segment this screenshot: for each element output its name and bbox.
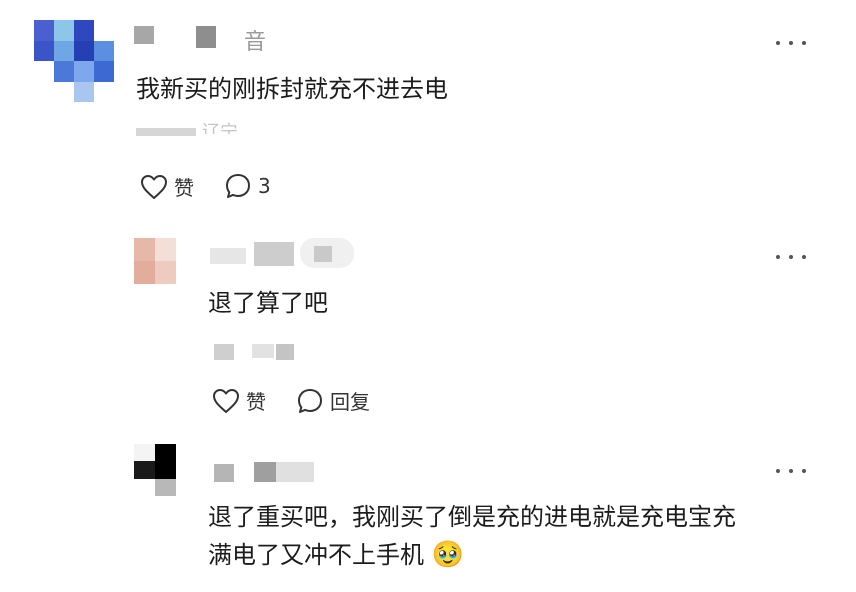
reply-label: 回复 — [330, 390, 370, 414]
heart-icon — [141, 174, 167, 199]
avatar[interactable] — [34, 20, 114, 102]
username-blur — [196, 26, 216, 48]
username-blur — [314, 246, 332, 262]
username-blur — [254, 462, 276, 482]
meta-blur — [252, 344, 274, 358]
meta-blur — [136, 128, 196, 136]
reply-button[interactable]: 回复 — [296, 386, 370, 415]
dot-icon — [802, 41, 806, 45]
dot-icon — [802, 469, 806, 473]
reply-count: 3 — [258, 174, 271, 198]
username-blur — [276, 462, 314, 482]
username-blur — [210, 248, 246, 264]
location-fragment: 辽宁 — [202, 122, 238, 134]
dot-icon — [789, 469, 793, 473]
more-options-button[interactable] — [776, 250, 806, 264]
reply-text-line1: 退了重买吧，我刚买了倒是充的进电就是充电宝充 — [208, 503, 736, 531]
dot-icon — [802, 255, 806, 259]
username-blur — [214, 464, 234, 482]
comment-bubble-icon — [226, 174, 250, 198]
like-label: 赞 — [174, 176, 194, 200]
meta-blur — [214, 344, 234, 360]
username-blur — [254, 242, 294, 266]
dot-icon — [789, 41, 793, 45]
more-options-button[interactable] — [776, 36, 806, 50]
comment-text: 我新买的刚拆封就充不进去电 — [136, 75, 448, 103]
reply-text-line2: 满电了又冲不上手机 🥹 — [208, 540, 464, 570]
like-button[interactable]: 赞 — [140, 172, 194, 201]
dot-icon — [789, 255, 793, 259]
comment-bubble-icon — [298, 388, 322, 413]
reply-text: 退了算了吧 — [208, 289, 328, 317]
avatar[interactable] — [134, 238, 176, 284]
username-fragment[interactable]: 音 — [244, 24, 266, 56]
dot-icon — [776, 255, 780, 259]
avatar[interactable] — [134, 444, 176, 496]
like-button[interactable]: 赞 — [212, 386, 266, 415]
meta-blur — [276, 344, 294, 360]
like-label: 赞 — [246, 390, 266, 414]
reply-text-line2-content: 满电了又冲不上手机 — [208, 541, 424, 569]
dot-icon — [776, 469, 780, 473]
username-blur — [134, 26, 154, 44]
reply-count-button[interactable]: 3 — [224, 172, 271, 200]
crying-emoji-icon: 🥹 — [431, 540, 465, 570]
heart-icon — [213, 388, 239, 413]
dot-icon — [776, 41, 780, 45]
more-options-button[interactable] — [776, 464, 806, 478]
